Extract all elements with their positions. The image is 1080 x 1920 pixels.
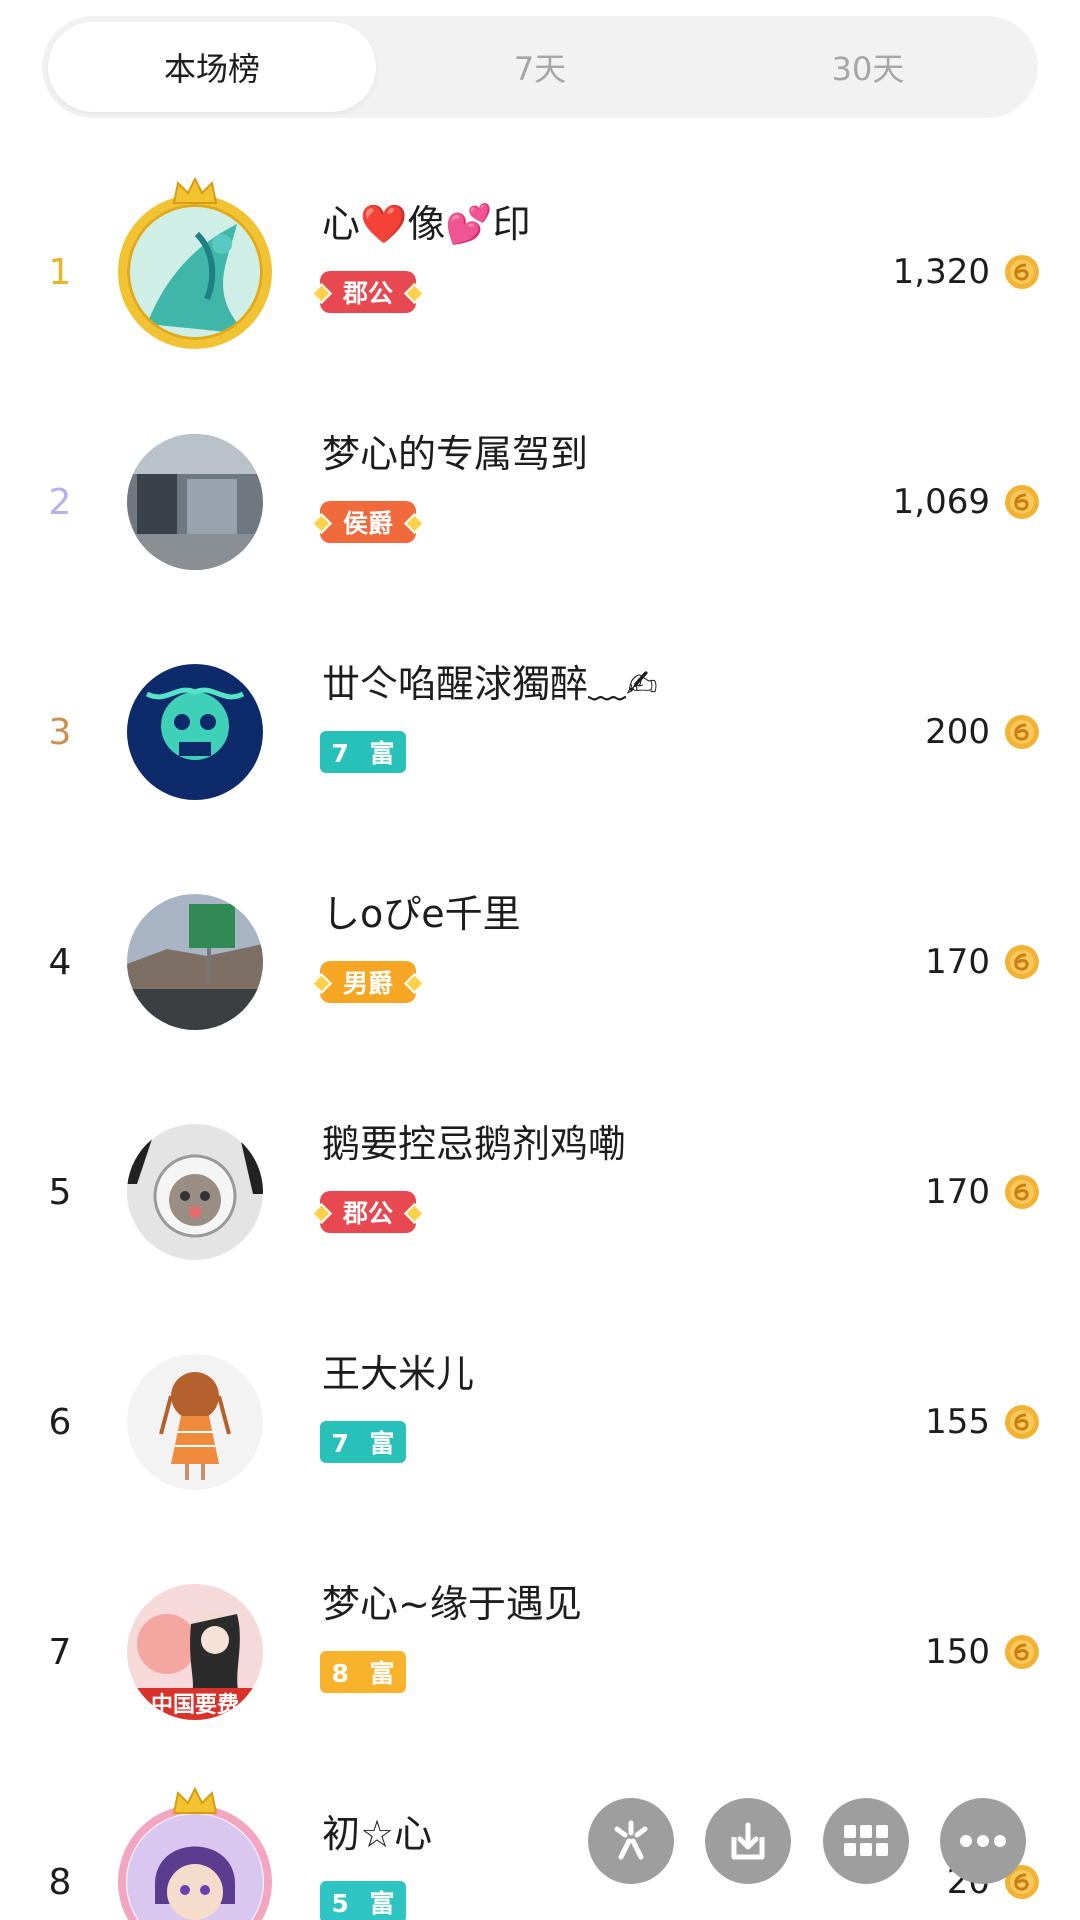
leaderboard-row[interactable]: 5 鹅要控忌鹅剂鸡嘞 郡公 170	[0, 1077, 1080, 1307]
coin-icon	[1005, 1635, 1039, 1669]
leaderboard-row[interactable]: 8 初☆心 5 富 20	[0, 1767, 1080, 1920]
rank-badge: 8 富	[320, 1651, 406, 1693]
user-name: しoぴe千里	[322, 892, 521, 936]
crown-icon	[172, 177, 218, 204]
tab-30-days[interactable]: 30天	[704, 22, 1032, 112]
crown-icon	[172, 1787, 218, 1814]
avatar[interactable]	[127, 1354, 263, 1490]
score: 200	[925, 712, 990, 752]
score: 170	[925, 1172, 990, 1212]
rank-number: 2	[48, 481, 72, 523]
download-icon	[731, 1822, 765, 1860]
coin-icon	[1005, 715, 1039, 749]
leaderboard-row[interactable]: 4 しoぴe千里 男爵 170	[0, 847, 1080, 1077]
avatar[interactable]	[127, 434, 263, 570]
leaderboard-row[interactable]: 3 丗仒啗醒浗獨醉﹏✍ 7 富 200	[0, 617, 1080, 847]
coin-icon	[1005, 945, 1039, 979]
avatar-frame	[118, 195, 272, 349]
rank-badge: 7 富	[320, 1421, 406, 1463]
coin-icon	[1005, 1175, 1039, 1209]
rank-badge: 郡公	[320, 271, 416, 313]
avatar[interactable]: 中国要费	[127, 1584, 263, 1720]
rank-badge: 侯爵	[320, 501, 416, 543]
user-name: 初☆心	[322, 1812, 433, 1856]
avatar[interactable]	[127, 664, 263, 800]
avatar[interactable]	[127, 894, 263, 1030]
avatar-caption: 中国要费	[151, 1693, 239, 1718]
rank-number: 5	[48, 1171, 72, 1213]
grid-icon	[844, 1825, 888, 1856]
tab-7-days[interactable]: 7天	[376, 22, 704, 112]
leaderboard-page: 本场榜 7天 30天 1 心❤️像💕印 郡公 1,320 2 梦心的专属驾到 侯…	[0, 0, 1080, 1920]
rank-number: 3	[48, 711, 72, 753]
more-button[interactable]	[940, 1798, 1026, 1884]
avatar-frame	[118, 1805, 272, 1920]
coin-icon	[1005, 255, 1039, 289]
user-name: 王大米儿	[322, 1352, 475, 1396]
user-name: 心❤️像💕印	[322, 202, 531, 246]
rank-number: 4	[48, 941, 72, 983]
rank-badge: 郡公	[320, 1191, 416, 1233]
grid-button[interactable]	[823, 1798, 909, 1884]
score: 155	[925, 1402, 990, 1442]
more-icon	[960, 1835, 1006, 1847]
leaderboard-row[interactable]: 6 王大米儿 7 富 155	[0, 1307, 1080, 1537]
tab-this-session[interactable]: 本场榜	[48, 22, 376, 112]
avatar[interactable]	[127, 1124, 263, 1260]
score: 1,320	[892, 252, 990, 292]
rank-number: 1	[48, 251, 72, 293]
leaderboard-row[interactable]: 2 梦心的专属驾到 侯爵 1,069	[0, 387, 1080, 617]
rank-number: 8	[48, 1861, 72, 1903]
score: 170	[925, 942, 990, 982]
sparkle-icon	[614, 1820, 648, 1860]
leaderboard-row[interactable]: 7 中国要费 梦心~缘于遇见 8 富 150	[0, 1537, 1080, 1767]
coin-icon	[1005, 1405, 1039, 1439]
rank-badge: 7 富	[320, 731, 406, 773]
user-name: 丗仒啗醒浗獨醉﹏✍	[322, 662, 658, 706]
score: 1,069	[892, 482, 990, 522]
download-button[interactable]	[705, 1798, 791, 1884]
leaderboard-row[interactable]: 1 心❤️像💕印 郡公 1,320	[0, 157, 1080, 387]
user-name: 梦心~缘于遇见	[322, 1582, 582, 1626]
rank-badge: 男爵	[320, 961, 416, 1003]
coin-icon	[1005, 485, 1039, 519]
sparkle-button[interactable]	[588, 1798, 674, 1884]
score: 150	[925, 1632, 990, 1672]
rank-number: 6	[48, 1401, 72, 1443]
rank-number: 7	[48, 1631, 72, 1673]
rank-badge: 5 富	[320, 1881, 406, 1920]
user-name: 鹅要控忌鹅剂鸡嘞	[322, 1122, 627, 1166]
period-tabs: 本场榜 7天 30天	[42, 16, 1038, 118]
user-name: 梦心的专属驾到	[322, 432, 589, 476]
